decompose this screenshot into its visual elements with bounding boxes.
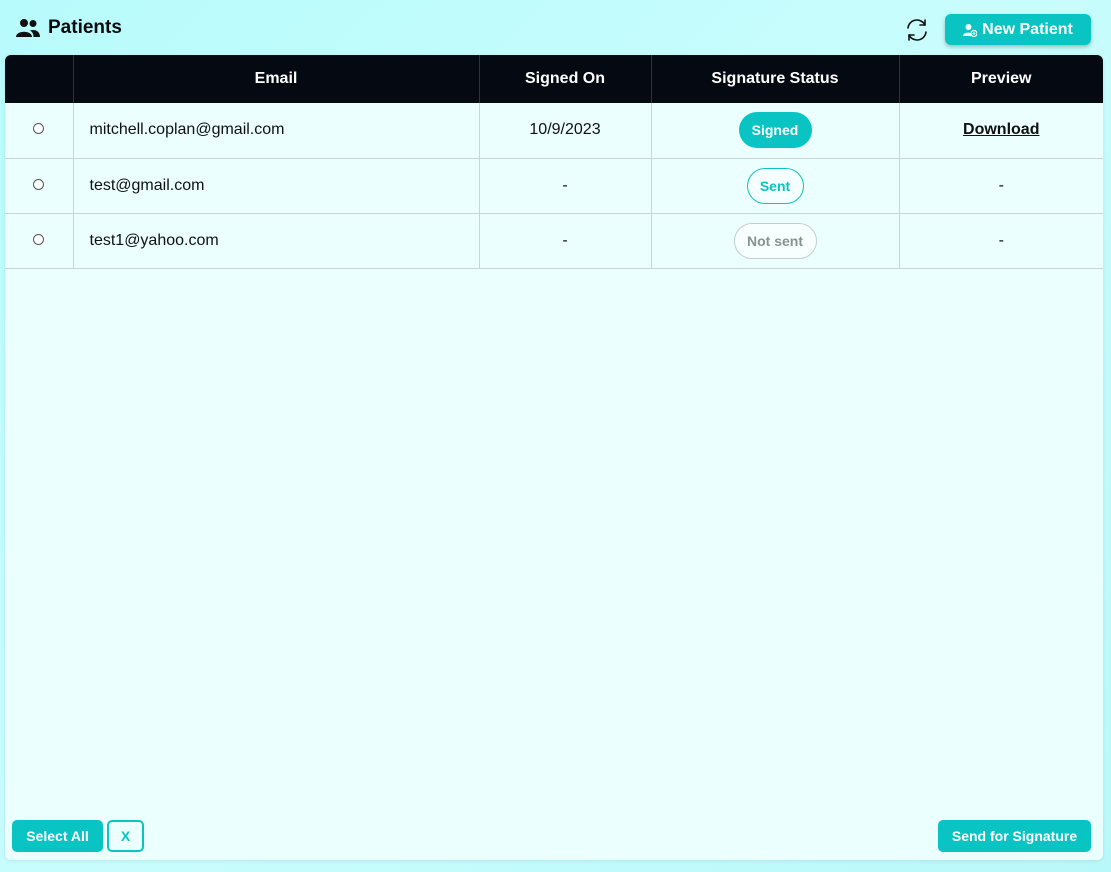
status-cell: Sent <box>650 158 899 213</box>
user-plus-icon <box>963 23 978 37</box>
signed-on-cell: 10/9/2023 <box>478 103 651 158</box>
refresh-button[interactable] <box>902 17 932 43</box>
email-cell: mitchell.coplan@gmail.com <box>72 103 479 158</box>
row-select-cell <box>5 158 73 213</box>
table-row[interactable]: test@gmail.com - Sent - <box>5 158 1103 213</box>
status-badge: Sent <box>746 167 804 204</box>
status-cell: Not sent <box>650 213 899 268</box>
patients-table: Email Signed On Signature Status Preview… <box>5 55 1103 269</box>
select-all-button[interactable]: Select All <box>12 820 103 852</box>
signed-on-cell: - <box>478 158 651 213</box>
status-badge: Not sent <box>733 222 817 259</box>
table-row[interactable]: test1@yahoo.com - Not sent - <box>5 213 1103 268</box>
column-header-signature-status[interactable]: Signature Status <box>650 55 899 103</box>
preview-cell: Download <box>898 103 1103 158</box>
status-cell: Signed <box>650 103 899 158</box>
row-select-radio[interactable] <box>33 123 45 135</box>
refresh-icon <box>907 19 927 41</box>
email-cell: test@gmail.com <box>72 158 479 213</box>
status-badge: Signed <box>738 112 812 149</box>
download-link[interactable]: Download <box>963 121 1039 138</box>
page-header: Patients <box>16 17 122 39</box>
table-header-row: Email Signed On Signature Status Preview <box>5 55 1103 103</box>
column-header-signed-on[interactable]: Signed On <box>478 55 651 103</box>
patients-panel: Email Signed On Signature Status Preview… <box>5 55 1103 860</box>
row-select-cell <box>5 213 73 268</box>
column-header-email[interactable]: Email <box>72 55 479 103</box>
new-patient-label: New Patient <box>982 20 1073 38</box>
row-select-cell <box>5 103 73 158</box>
column-header-select <box>5 55 73 103</box>
email-cell: test1@yahoo.com <box>72 213 479 268</box>
preview-cell: - <box>898 213 1103 268</box>
send-for-signature-button[interactable]: Send for Signature <box>938 820 1091 852</box>
table-row[interactable]: mitchell.coplan@gmail.com 10/9/2023 Sign… <box>5 103 1103 158</box>
column-header-preview[interactable]: Preview <box>898 55 1103 103</box>
preview-cell: - <box>898 158 1103 213</box>
signed-on-cell: - <box>478 213 651 268</box>
row-select-radio[interactable] <box>33 233 45 245</box>
page-title: Patients <box>48 17 122 38</box>
top-bar: Patients New Patient <box>0 0 1111 55</box>
new-patient-button[interactable]: New Patient <box>945 14 1091 45</box>
users-icon <box>16 19 40 37</box>
row-select-radio[interactable] <box>33 178 45 190</box>
clear-selection-button[interactable]: X <box>107 820 144 852</box>
